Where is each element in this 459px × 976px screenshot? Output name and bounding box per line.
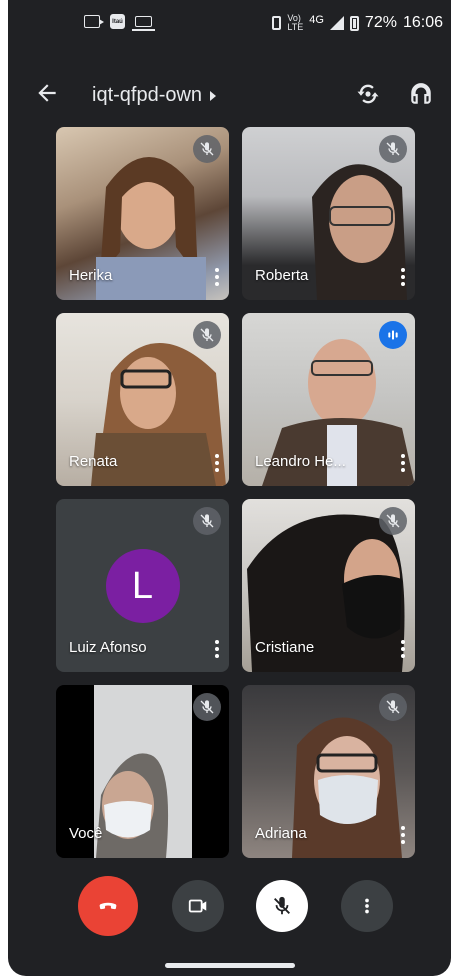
more-options-button[interactable] (341, 880, 393, 932)
mic-off-icon (200, 328, 214, 342)
participant-tile[interactable]: Herika (56, 127, 229, 300)
mic-muted-indicator (379, 507, 407, 535)
participant-tile[interactable]: Leandro He... (242, 313, 415, 486)
system-status: Vo) LTE 4G 72% 16:06 (272, 14, 443, 32)
call-header: iqt-qfpd-own (8, 70, 451, 120)
more-vert-icon[interactable] (401, 454, 405, 472)
avatar: L (105, 548, 180, 623)
participant-tile[interactable]: L Luiz Afonso (56, 499, 229, 672)
mic-off-icon (386, 142, 400, 156)
mic-muted-indicator (193, 507, 221, 535)
mic-muted-indicator (193, 693, 221, 721)
call-controls (8, 876, 451, 940)
vibrate-icon (272, 16, 282, 30)
mic-muted-indicator (193, 135, 221, 163)
toggle-mic-button[interactable] (256, 880, 308, 932)
more-vert-icon[interactable] (401, 826, 405, 844)
more-vert-icon[interactable] (215, 640, 219, 658)
more-vert-icon[interactable] (401, 268, 405, 286)
speaking-indicator (379, 321, 407, 349)
switch-camera-icon[interactable] (354, 80, 382, 108)
volte-icon: Vo) LTE (287, 13, 304, 32)
mic-off-icon (200, 514, 214, 528)
end-call-icon (99, 902, 117, 910)
clock: 16:06 (402, 14, 443, 31)
mic-off-icon (200, 142, 214, 156)
video-camera-icon (188, 899, 207, 913)
participant-name: Herika (69, 267, 113, 284)
participant-name: Luiz Afonso (69, 639, 147, 656)
end-call-button[interactable] (78, 876, 138, 936)
participant-name: Leandro He... (255, 453, 346, 470)
battery-icon (349, 15, 359, 31)
mic-muted-indicator (193, 321, 221, 349)
more-vert-icon (365, 898, 369, 914)
participant-name: Cristiane (255, 639, 315, 656)
network-type: 4G (309, 14, 324, 26)
participant-name: Adriana (255, 825, 307, 842)
laptop-icon (132, 16, 155, 31)
chevron-right-icon (210, 90, 217, 101)
meeting-code: iqt-qfpd-own (92, 84, 203, 106)
battery-level: 72% (364, 14, 397, 31)
notification-icons: Itaú (84, 14, 155, 31)
mic-muted-indicator (379, 693, 407, 721)
phone-screen: Itaú Vo) LTE 4G 72% 16:06 iqt-qfpd-own H… (8, 0, 451, 976)
mic-off-icon (386, 514, 400, 528)
back-arrow-icon[interactable] (34, 80, 60, 106)
audio-level-icon (388, 330, 398, 340)
mic-off-icon (274, 896, 290, 915)
more-vert-icon[interactable] (401, 640, 405, 658)
participant-name: Você (69, 825, 103, 842)
mic-off-icon (386, 700, 400, 714)
signal-icon (329, 16, 344, 30)
meeting-code-button[interactable]: iqt-qfpd-own (92, 84, 217, 107)
more-vert-icon[interactable] (215, 454, 219, 472)
toggle-video-button[interactable] (172, 880, 224, 932)
participant-tile[interactable]: Adriana (242, 685, 415, 858)
participant-tile[interactable]: Renata (56, 313, 229, 486)
participant-name: Renata (69, 453, 118, 470)
mic-muted-indicator (379, 135, 407, 163)
cast-icon (84, 15, 104, 28)
audio-output-icon[interactable] (408, 80, 434, 108)
participant-tile[interactable]: Roberta (242, 127, 415, 300)
itau-app-icon: Itaú (110, 14, 125, 29)
more-vert-icon[interactable] (215, 268, 219, 286)
participant-tile[interactable]: Cristiane (242, 499, 415, 672)
self-view-tile[interactable]: Você (56, 685, 229, 858)
mic-off-icon (200, 700, 214, 714)
home-indicator[interactable] (164, 963, 295, 968)
participant-name: Roberta (255, 267, 309, 284)
status-bar: Itaú Vo) LTE 4G 72% 16:06 (8, 0, 451, 46)
